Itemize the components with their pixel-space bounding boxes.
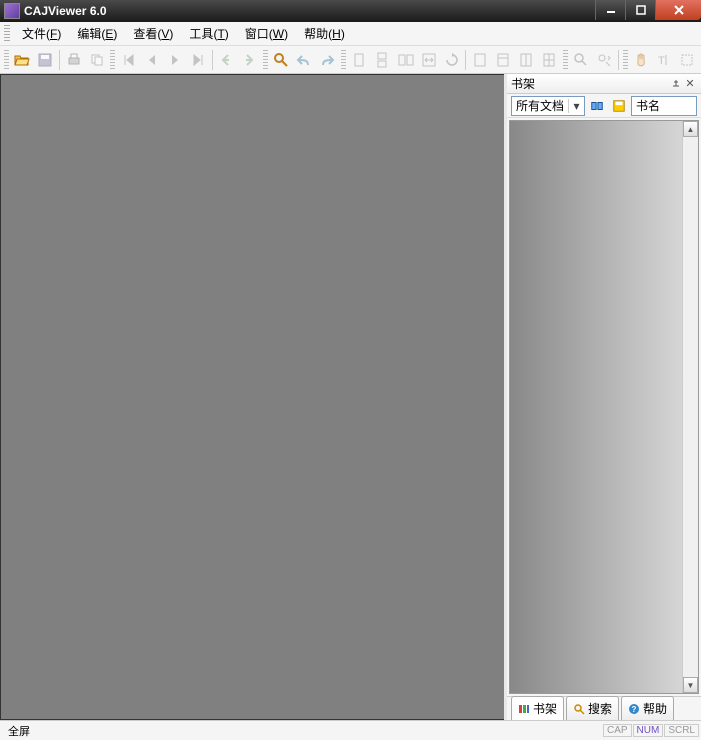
tab-help[interactable]: ? 帮助 — [621, 696, 674, 720]
page-layout-d-button — [539, 49, 560, 71]
copy-button — [86, 49, 107, 71]
panel-header: 书架 ✕ — [507, 74, 701, 94]
window-title: CAJViewer 6.0 — [24, 4, 595, 18]
status-bar: 全屏 CAP NUM SCRL — [0, 720, 701, 740]
page-layout-a-button — [469, 49, 490, 71]
toolbar-separator — [59, 50, 60, 70]
menu-window[interactable]: 窗口(W) — [237, 22, 296, 45]
title-bar: CAJViewer 6.0 — [0, 0, 701, 22]
scrl-indicator: SCRL — [664, 724, 699, 737]
panel-scrollbar[interactable]: ▲ ▼ — [682, 121, 698, 693]
help-icon: ? — [628, 703, 640, 715]
fit-width-button — [418, 49, 439, 71]
forward-button — [239, 49, 260, 71]
redo-button — [317, 49, 338, 71]
cap-indicator: CAP — [603, 724, 632, 737]
find-next-button — [594, 49, 615, 71]
back-button — [216, 49, 237, 71]
scroll-down-icon[interactable]: ▼ — [683, 677, 698, 693]
menu-file[interactable]: 文件(F) — [14, 22, 69, 45]
filter-selected: 所有文档 — [512, 97, 568, 114]
pin-icon[interactable] — [669, 77, 683, 91]
chevron-down-icon[interactable]: ▾ — [568, 99, 584, 113]
save-button — [35, 49, 56, 71]
last-page-button — [187, 49, 208, 71]
toolbar: T — [0, 46, 701, 74]
panel-toolbar: 所有文档 ▾ 书名 — [507, 94, 701, 118]
toolbar-grip-3[interactable] — [263, 50, 268, 70]
svg-text:T: T — [658, 55, 665, 67]
text-select-button: T — [654, 49, 675, 71]
toolbar-grip-2[interactable] — [110, 50, 115, 70]
toolbar-separator — [618, 50, 619, 70]
app-icon — [4, 3, 20, 19]
menu-bar: 文件(F) 编辑(E) 查看(V) 工具(T) 窗口(W) 帮助(H) — [0, 22, 701, 46]
open-button[interactable] — [12, 49, 33, 71]
single-page-button — [349, 49, 370, 71]
save-shelf-icon[interactable] — [609, 96, 629, 116]
toolbar-separator — [465, 50, 466, 70]
rotate-button — [441, 49, 462, 71]
close-button[interactable] — [655, 0, 701, 20]
undo-button — [294, 49, 315, 71]
toolbar-grip-1[interactable] — [4, 50, 9, 70]
prev-page-button — [141, 49, 162, 71]
refresh-icon[interactable] — [587, 96, 607, 116]
bookshelf-list[interactable]: ▲ ▼ — [509, 120, 699, 694]
toolbar-separator — [212, 50, 213, 70]
toolbar-grip-4[interactable] — [341, 50, 346, 70]
print-button — [63, 49, 84, 71]
area-select-button — [677, 49, 698, 71]
num-indicator: NUM — [633, 724, 664, 737]
next-page-button — [164, 49, 185, 71]
menubar-grip[interactable] — [4, 25, 10, 43]
hand-tool-button — [631, 49, 652, 71]
panel-title: 书架 — [511, 75, 669, 92]
menu-view[interactable]: 查看(V) — [125, 22, 181, 45]
books-icon — [518, 703, 530, 715]
status-left: 全屏 — [2, 723, 36, 739]
tab-bookshelf[interactable]: 书架 — [511, 696, 564, 720]
maximize-button[interactable] — [625, 0, 655, 20]
two-page-button — [395, 49, 416, 71]
toolbar-grip-6[interactable] — [623, 50, 628, 70]
continuous-button — [372, 49, 393, 71]
page-layout-b-button — [492, 49, 513, 71]
scroll-up-icon[interactable]: ▲ — [683, 121, 698, 137]
window-controls — [595, 0, 701, 22]
menu-edit[interactable]: 编辑(E) — [69, 22, 125, 45]
menu-help[interactable]: 帮助(H) — [296, 22, 353, 45]
document-workspace[interactable] — [0, 74, 504, 720]
svg-text:?: ? — [632, 705, 637, 714]
panel-tabs: 书架 搜索 ? 帮助 — [507, 696, 701, 720]
main-area: 书架 ✕ 所有文档 ▾ 书名 ▲ ▼ — [0, 74, 701, 720]
tab-search[interactable]: 搜索 — [566, 696, 619, 720]
search-icon — [573, 703, 585, 715]
page-layout-c-button — [516, 49, 537, 71]
zoom-button[interactable] — [271, 49, 292, 71]
first-page-button — [118, 49, 139, 71]
menu-tools[interactable]: 工具(T) — [181, 22, 236, 45]
bookshelf-panel: 书架 ✕ 所有文档 ▾ 书名 ▲ ▼ — [504, 74, 701, 720]
search-text-button — [571, 49, 592, 71]
panel-close-icon[interactable]: ✕ — [683, 77, 697, 91]
toolbar-grip-5[interactable] — [563, 50, 568, 70]
filter-combo[interactable]: 所有文档 ▾ — [511, 96, 585, 116]
minimize-button[interactable] — [595, 0, 625, 20]
column-label: 书名 — [631, 96, 697, 116]
